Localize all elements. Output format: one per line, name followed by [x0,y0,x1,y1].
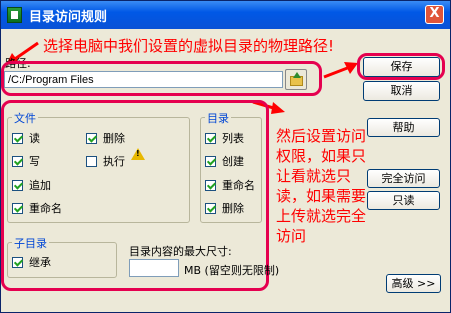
close-button[interactable]: X [425,5,444,24]
warning-icon [131,148,145,160]
checkbox-box[interactable] [12,155,23,167]
checkbox-box[interactable] [86,155,97,167]
dialog-window: 目录访问规则 X 选择电脑中我们设置的虚拟目录的物理路径! 路径: 保存 取消 … [0,0,451,313]
dir-list-checkbox[interactable]: 列表 [205,130,244,146]
file-rename-checkbox[interactable]: 重命名 [12,200,62,216]
path-highlight [1,61,322,96]
full-access-button[interactable]: 完全访问 [367,169,440,188]
files-group-title: 文件 [12,110,38,126]
file-read-checkbox[interactable]: 读 [12,130,40,146]
checkbox-box[interactable] [12,132,23,144]
checkbox-box[interactable] [205,155,216,167]
read-only-button[interactable]: 只读 [367,191,440,210]
file-execute-checkbox[interactable]: 执行 [86,153,125,169]
max-size-input[interactable] [129,259,179,277]
checkbox-label: 执行 [103,155,125,168]
window-title: 目录访问规则 [29,10,108,25]
checkbox-box[interactable] [205,202,216,214]
checkbox-label: 重命名 [222,179,255,192]
checkbox-label: 追加 [29,179,51,192]
checkbox-label: 继承 [29,256,51,269]
checkbox-box[interactable] [205,179,216,191]
title-bar[interactable]: 目录访问规则 X [1,1,450,29]
inherit-checkbox[interactable]: 继承 [12,254,51,270]
file-delete-checkbox[interactable]: 删除 [86,130,125,146]
annotation-arrow-save [323,62,358,79]
checkbox-label: 列表 [222,132,244,145]
dir-rename-checkbox[interactable]: 重命名 [205,177,255,193]
cancel-button[interactable]: 取消 [363,81,440,101]
save-button[interactable]: 保存 [363,57,440,77]
checkbox-box[interactable] [12,179,23,191]
max-size-unit-note: MB (留空则无限制) [184,264,280,277]
checkbox-box[interactable] [205,132,216,144]
checkbox-label: 读 [29,132,40,145]
dir-delete-checkbox[interactable]: 删除 [205,200,244,216]
annotation-permission-hint: 然后设置访问权限，如果只让看就选只读，如果需要上传就选完全访问 [276,127,367,245]
dirs-group-title: 目录 [205,110,231,126]
file-write-checkbox[interactable]: 写 [12,153,40,169]
checkbox-box[interactable] [12,202,23,214]
file-append-checkbox[interactable]: 追加 [12,177,51,193]
checkbox-label: 删除 [222,202,244,215]
dir-create-checkbox[interactable]: 创建 [205,153,244,169]
app-icon [7,7,22,23]
advanced-button[interactable]: 高级 >> [386,274,441,293]
checkbox-box[interactable] [86,132,97,144]
help-button[interactable]: 帮助 [367,118,440,137]
subdir-group-title: 子目录 [12,235,49,251]
max-size-label: 目录内容的最大尺寸: [129,245,232,258]
annotation-path-hint: 选择电脑中我们设置的虚拟目录的物理路径! [43,37,335,55]
checkbox-label: 删除 [103,132,125,145]
checkbox-label: 写 [29,155,40,168]
checkbox-box[interactable] [12,256,23,268]
checkbox-label: 重命名 [29,202,62,215]
checkbox-label: 创建 [222,155,244,168]
